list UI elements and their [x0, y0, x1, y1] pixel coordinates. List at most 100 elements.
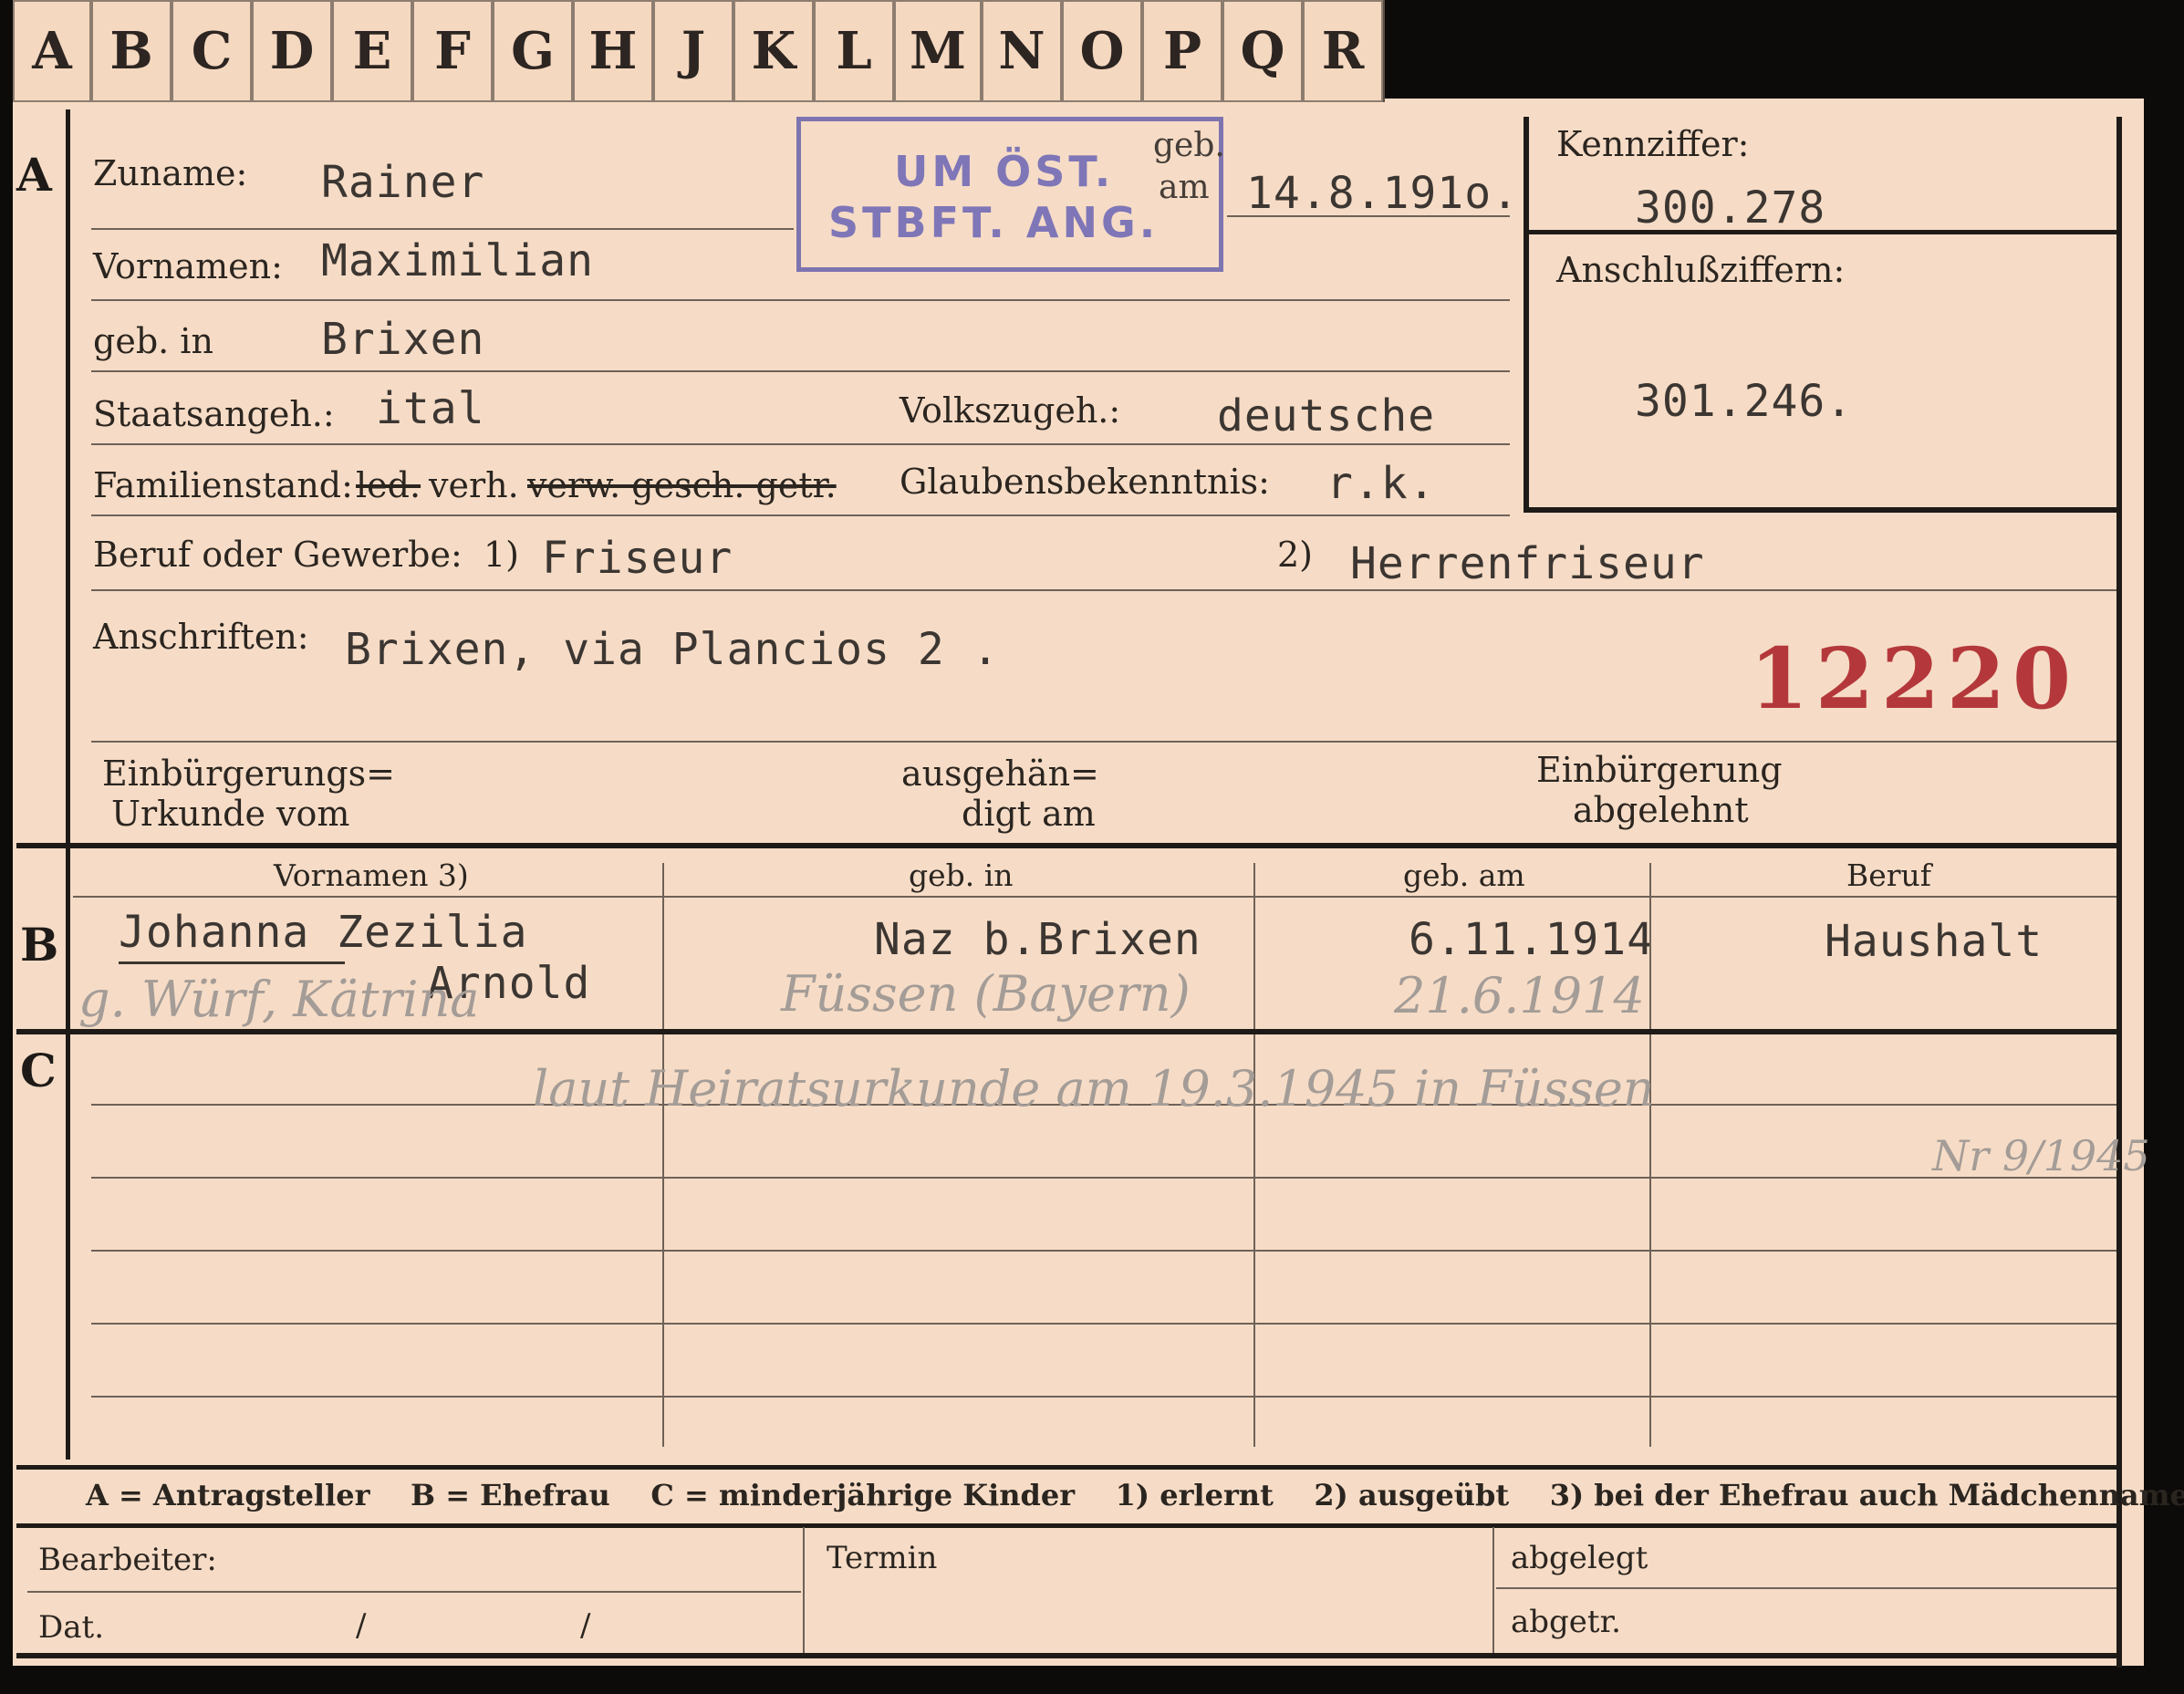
gebin-label: geb. in	[93, 321, 213, 361]
einb-label-2: Urkunde vom	[111, 794, 350, 834]
familien-struck-1: led.	[356, 465, 421, 505]
dat-sep-2: /	[580, 1607, 591, 1644]
section-b-marker: B	[20, 918, 59, 972]
tab-h[interactable]: H	[573, 0, 655, 102]
familien-label: Familienstand:	[93, 465, 353, 505]
tab-a[interactable]: A	[13, 0, 93, 102]
b-beruf-value: Haushalt	[1825, 916, 2044, 967]
c-row-rule-4	[91, 1323, 2116, 1325]
b-vornamen-underline	[119, 961, 345, 964]
beruf-mark-2: 2)	[1277, 535, 1314, 575]
geb-label-2: am	[1159, 169, 1210, 206]
tab-m[interactable]: M	[894, 0, 983, 102]
section-b-header-rule	[73, 896, 2116, 898]
c-hand-ref: Nr 9/1945	[1932, 1131, 2150, 1180]
c-row-rule-2	[91, 1177, 2116, 1179]
geb-am-value: 14.8.191o.	[1246, 168, 1519, 219]
gebin-rule	[91, 370, 1510, 372]
volks-value: deutsche	[1217, 390, 1436, 442]
tab-d[interactable]: D	[252, 0, 334, 102]
b-hand-date: 21.6.1914	[1394, 967, 1645, 1024]
ausg-label-1: ausgehän=	[901, 753, 1099, 794]
b-gebin-value: Naz b.Brixen	[874, 914, 1201, 965]
geb-label-1: geb.	[1153, 127, 1225, 164]
tab-o[interactable]: O	[1062, 0, 1144, 102]
beruf-label: Beruf oder Gewerbe:	[93, 535, 463, 575]
kennziffer-value: 300.278	[1635, 182, 1826, 234]
stamp-line-1: UM ÖST.	[894, 147, 1115, 196]
file-number: 12220	[1750, 629, 2079, 728]
col-rule-3	[1649, 863, 1651, 1447]
stamp-line-2: STBFT. ANG.	[828, 198, 1160, 247]
b-vornamen-value: Johanna Zezilia	[119, 907, 528, 958]
tab-l[interactable]: L	[814, 0, 896, 102]
legend: A = Antragsteller B = Ehefrau C = minder…	[86, 1478, 2184, 1512]
abgelegt-label: abgelegt	[1511, 1540, 1648, 1576]
ausg-label-2: digt am	[962, 794, 1096, 834]
kennziffer-box	[1524, 117, 2122, 513]
glauben-value: r.k.	[1326, 458, 1436, 509]
section-b-top-rule	[16, 843, 2122, 848]
b-hand-place: Füssen (Bayern)	[781, 965, 1191, 1023]
b-hand-name: g. Würf, Kätrina	[78, 971, 480, 1028]
section-c-marker: C	[20, 1044, 57, 1097]
col-gebam: geb. am	[1403, 857, 1525, 893]
familien-struck-2: verw. gesch. getr.	[527, 465, 837, 505]
gebin-value: Brixen	[321, 314, 485, 365]
tab-k[interactable]: K	[733, 0, 816, 102]
vornamen-label: Vornamen:	[93, 246, 283, 286]
dat-sep-1: /	[356, 1607, 367, 1644]
anschr-rule	[91, 741, 2116, 743]
tab-r[interactable]: R	[1303, 0, 1385, 102]
anschr-label: Anschriften:	[93, 617, 309, 657]
zuname-rule	[91, 228, 794, 230]
beruf-rule	[91, 589, 2116, 591]
legend-top-rule	[16, 1465, 2122, 1470]
tab-g[interactable]: G	[493, 0, 575, 102]
tab-e[interactable]: E	[332, 0, 414, 102]
abgel-label-1: Einbürgerung	[1536, 750, 1783, 790]
anschr-value: Brixen, via Plancios 2 .	[345, 624, 1000, 675]
staats-value: ital	[376, 383, 485, 434]
kennziffer-label: Kennziffer:	[1556, 124, 1750, 164]
kennziffer-rule	[1529, 230, 2116, 234]
left-margin-rule	[66, 109, 70, 1460]
col-gebin: geb. in	[909, 857, 1014, 893]
section-c-top-rule	[16, 1029, 2122, 1034]
bearbeiter-label: Bearbeiter:	[38, 1542, 217, 1578]
tab-p[interactable]: P	[1142, 0, 1224, 102]
legend-bottom-rule	[16, 1523, 2122, 1528]
anschluss-label: Anschlußziffern:	[1556, 250, 1846, 290]
tab-n[interactable]: N	[982, 0, 1064, 102]
c-row-rule-3	[91, 1250, 2116, 1252]
col-beruf: Beruf	[1846, 857, 1932, 893]
tab-q[interactable]: Q	[1222, 0, 1305, 102]
section-a-marker: A	[16, 148, 52, 202]
tab-c[interactable]: C	[172, 0, 254, 102]
staats-label: Staatsangeh.:	[93, 394, 335, 434]
abgelegt-rule	[1496, 1587, 2116, 1589]
zuname-label: Zuname:	[93, 153, 248, 193]
vornamen-value: Maximilian	[321, 235, 594, 286]
beruf-value-2: Herrenfriseur	[1350, 538, 1705, 589]
stamp: UM ÖST. STBFT. ANG. geb. am	[796, 117, 1225, 272]
volks-label: Volkszugeh.:	[900, 390, 1121, 431]
anschluss-value: 301.246.	[1635, 376, 1854, 427]
tab-f[interactable]: F	[412, 0, 494, 102]
c-row-rule-5	[91, 1396, 2116, 1398]
right-edge-rule	[2116, 117, 2122, 1668]
col-rule-2	[1253, 863, 1255, 1447]
abgel-label-2: abgelehnt	[1573, 790, 1749, 830]
col-rule-1	[662, 863, 664, 1447]
familien-value: verh.	[429, 465, 519, 505]
bearbeiter-rule	[27, 1591, 801, 1593]
col-vornamen: Vornamen 3)	[274, 857, 469, 893]
einb-label-1: Einbürgerungs=	[102, 753, 395, 794]
termin-label: Termin	[827, 1540, 938, 1576]
tab-j[interactable]: J	[653, 0, 735, 102]
beruf-value-1: Friseur	[542, 533, 733, 584]
familien-rule	[91, 514, 1510, 516]
tab-b[interactable]: B	[91, 0, 173, 102]
card-bottom-rule	[16, 1653, 2122, 1658]
zuname-value: Rainer	[321, 157, 485, 208]
